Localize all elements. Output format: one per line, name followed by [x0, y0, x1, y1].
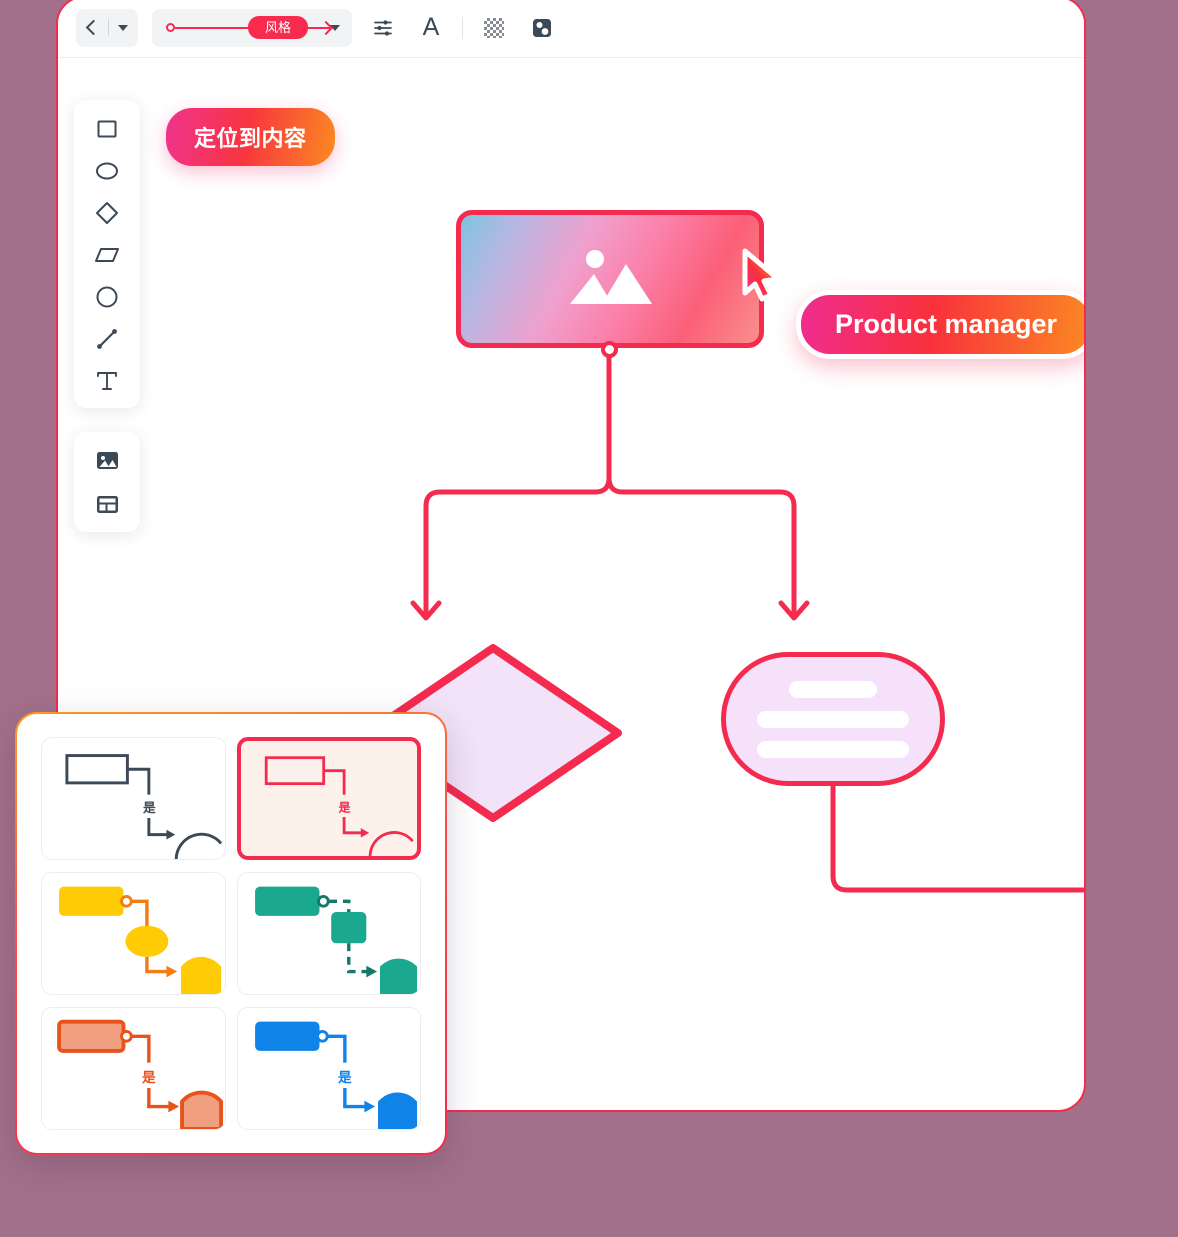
- diamond-icon[interactable]: [86, 198, 128, 228]
- pill-node[interactable]: [721, 652, 945, 786]
- style-swatch-yellow[interactable]: [41, 872, 226, 995]
- svg-text:是: 是: [338, 1070, 352, 1085]
- role-tag[interactable]: Product manager: [796, 290, 1084, 359]
- checkerboard: [484, 17, 504, 38]
- fill-shape-icon[interactable]: [525, 11, 559, 45]
- pill-text-bar: [789, 680, 877, 698]
- connector-style-icon: 风格: [166, 16, 330, 39]
- layout-grid-icon[interactable]: [86, 489, 128, 519]
- style-selector-label: 风格: [247, 16, 308, 39]
- text-t-icon[interactable]: [86, 366, 128, 396]
- transparency-checker-icon[interactable]: [477, 11, 511, 45]
- properties-sliders-icon[interactable]: [366, 11, 400, 45]
- connector-line: [175, 26, 248, 29]
- back-button-group[interactable]: [76, 8, 138, 47]
- locate-to-content-badge[interactable]: 定位到内容: [166, 108, 335, 166]
- connector-arrow: [308, 26, 330, 29]
- toolbar-divider: [462, 16, 463, 39]
- square-icon[interactable]: [86, 114, 128, 144]
- line-icon[interactable]: [86, 324, 128, 354]
- chevron-left-icon[interactable]: [85, 19, 102, 36]
- style-swatch-gray[interactable]: 是: [41, 737, 226, 860]
- image-node[interactable]: [456, 210, 764, 348]
- toolbar: 风格 A: [58, 0, 1084, 58]
- style-selector[interactable]: 风格: [152, 8, 352, 47]
- connection-anchor-icon[interactable]: [601, 341, 618, 358]
- media-tool-rail: [74, 432, 140, 532]
- circle-icon[interactable]: [86, 282, 128, 312]
- pill-text-bar: [757, 740, 909, 758]
- style-swatch-red[interactable]: 是: [236, 737, 421, 860]
- style-swatch-teal[interactable]: [236, 872, 421, 995]
- style-swatch-orange[interactable]: 是: [41, 1007, 226, 1130]
- pill-text-bar: [757, 710, 909, 728]
- style-picker-panel: 是 是 是 是: [15, 712, 447, 1155]
- font-icon[interactable]: A: [414, 11, 448, 45]
- ellipse-icon[interactable]: [86, 156, 128, 186]
- divider: [108, 19, 109, 36]
- mouse-cursor-icon: [742, 248, 781, 302]
- svg-text:是: 是: [142, 1070, 156, 1085]
- image-icon[interactable]: [86, 445, 128, 475]
- svg-text:是: 是: [337, 800, 351, 814]
- svg-text:是: 是: [142, 801, 156, 815]
- connector-start-dot: [166, 23, 175, 32]
- parallelogram-icon[interactable]: [86, 240, 128, 270]
- caret-down-icon[interactable]: [118, 24, 128, 31]
- image-placeholder-icon: [570, 250, 652, 304]
- style-swatch-blue[interactable]: 是: [236, 1007, 421, 1130]
- shape-tool-rail: [74, 100, 140, 408]
